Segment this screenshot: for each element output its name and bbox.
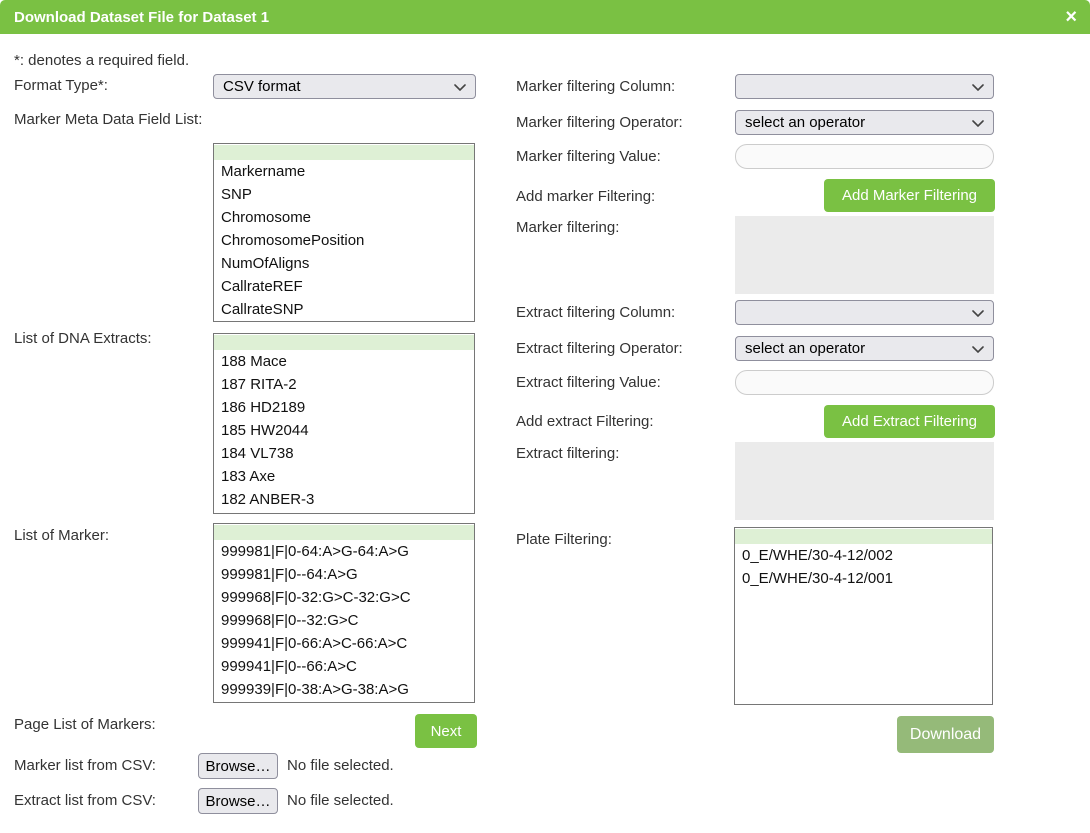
list-item[interactable]: [214, 525, 474, 540]
marker-filter-column-label: Marker filtering Column:: [516, 78, 675, 95]
list-item[interactable]: 182 ANBER-3: [214, 488, 474, 511]
list-item[interactable]: 999968|F|0-32:G>C-32:G>C: [214, 586, 474, 609]
format-type-label: Format Type*:: [14, 77, 108, 94]
download-dataset-modal: Download Dataset File for Dataset 1 × *:…: [0, 0, 1090, 833]
extract-filtering-label: Extract filtering:: [516, 445, 619, 462]
marker-filter-value-input[interactable]: [735, 144, 994, 169]
format-type-value: CSV format: [223, 78, 301, 95]
marker-filtering-label: Marker filtering:: [516, 219, 619, 236]
list-item[interactable]: NumOfAligns: [214, 252, 474, 275]
plate-filtering-listbox[interactable]: 0_E/WHE/30-4-12/0020_E/WHE/30-4-12/001: [734, 527, 993, 705]
marker-list-label: List of Marker:: [14, 527, 109, 544]
list-item[interactable]: CallrateSNP: [214, 298, 474, 321]
marker-filter-column-select[interactable]: [735, 74, 994, 99]
list-item[interactable]: 999941|F|0--66:A>C: [214, 655, 474, 678]
extract-csv-label: Extract list from CSV:: [14, 792, 156, 809]
extract-filter-value-label: Extract filtering Value:: [516, 374, 661, 391]
list-item[interactable]: ChromosomePosition: [214, 229, 474, 252]
chevron-down-icon: [972, 114, 984, 131]
list-item[interactable]: [214, 335, 474, 350]
download-button[interactable]: Download: [897, 716, 994, 753]
list-item[interactable]: 183 Axe: [214, 465, 474, 488]
extract-filter-operator-value: select an operator: [745, 340, 865, 357]
list-item[interactable]: [735, 529, 992, 544]
extract-filter-operator-label: Extract filtering Operator:: [516, 340, 683, 357]
extract-csv-file-status: No file selected.: [287, 792, 394, 809]
list-item[interactable]: SNP: [214, 183, 474, 206]
marker-meta-listbox[interactable]: MarkernameSNPChromosomeChromosomePositio…: [213, 143, 475, 322]
list-item[interactable]: 999981|F|0-64:A>G-64:A>G: [214, 540, 474, 563]
list-item[interactable]: 0_E/WHE/30-4-12/001: [735, 567, 992, 590]
modal-header: Download Dataset File for Dataset 1 ×: [0, 0, 1090, 34]
extract-csv-browse-button[interactable]: Browse…: [198, 788, 278, 814]
marker-filter-operator-value: select an operator: [745, 114, 865, 131]
next-button[interactable]: Next: [415, 714, 477, 748]
marker-filtering-display: [735, 216, 994, 294]
list-item[interactable]: CallrateREF: [214, 275, 474, 298]
marker-csv-label: Marker list from CSV:: [14, 757, 156, 774]
add-marker-filtering-label: Add marker Filtering:: [516, 188, 655, 205]
list-item[interactable]: 185 HW2044: [214, 419, 474, 442]
marker-filter-operator-label: Marker filtering Operator:: [516, 114, 683, 131]
plate-filtering-label: Plate Filtering:: [516, 531, 612, 548]
list-item[interactable]: 999968|F|0--32:G>C: [214, 609, 474, 632]
extract-filter-column-label: Extract filtering Column:: [516, 304, 675, 321]
marker-csv-file-status: No file selected.: [287, 757, 394, 774]
list-item[interactable]: 999941|F|0-66:A>C-66:A>C: [214, 632, 474, 655]
extract-filter-value-input[interactable]: [735, 370, 994, 395]
add-extract-filtering-button[interactable]: Add Extract Filtering: [824, 405, 995, 438]
list-item[interactable]: 187 RITA-2: [214, 373, 474, 396]
list-item[interactable]: 999939|F|0-38:A>G-38:A>G: [214, 678, 474, 701]
page-list-label: Page List of Markers:: [14, 716, 156, 733]
dna-extracts-listbox[interactable]: 188 Mace187 RITA-2186 HD2189185 HW204418…: [213, 333, 475, 514]
chevron-down-icon: [972, 340, 984, 357]
extract-filter-operator-select[interactable]: select an operator: [735, 336, 994, 361]
extract-filter-column-select[interactable]: [735, 300, 994, 325]
format-type-select[interactable]: CSV format: [213, 74, 476, 99]
chevron-down-icon: [454, 78, 466, 95]
marker-meta-label: Marker Meta Data Field List:: [14, 111, 202, 128]
add-extract-filtering-label: Add extract Filtering:: [516, 413, 654, 430]
dna-extracts-label: List of DNA Extracts:: [14, 330, 152, 347]
modal-title: Download Dataset File for Dataset 1: [0, 9, 269, 26]
chevron-down-icon: [972, 78, 984, 95]
extract-filtering-display: [735, 442, 994, 520]
list-item[interactable]: 999981|F|0--64:A>G: [214, 563, 474, 586]
list-item[interactable]: 188 Mace: [214, 350, 474, 373]
marker-csv-browse-button[interactable]: Browse…: [198, 753, 278, 779]
list-item[interactable]: Chromosome: [214, 206, 474, 229]
marker-listbox[interactable]: 999981|F|0-64:A>G-64:A>G999981|F|0--64:A…: [213, 523, 475, 703]
list-item[interactable]: 0_E/WHE/30-4-12/002: [735, 544, 992, 567]
list-item[interactable]: [214, 145, 474, 160]
close-icon[interactable]: ×: [1065, 0, 1077, 34]
marker-filter-operator-select[interactable]: select an operator: [735, 110, 994, 135]
required-field-note: *: denotes a required field.: [14, 52, 189, 69]
chevron-down-icon: [972, 304, 984, 321]
list-item[interactable]: 186 HD2189: [214, 396, 474, 419]
marker-filter-value-label: Marker filtering Value:: [516, 148, 661, 165]
list-item[interactable]: 184 VL738: [214, 442, 474, 465]
add-marker-filtering-button[interactable]: Add Marker Filtering: [824, 179, 995, 212]
list-item[interactable]: Markername: [214, 160, 474, 183]
